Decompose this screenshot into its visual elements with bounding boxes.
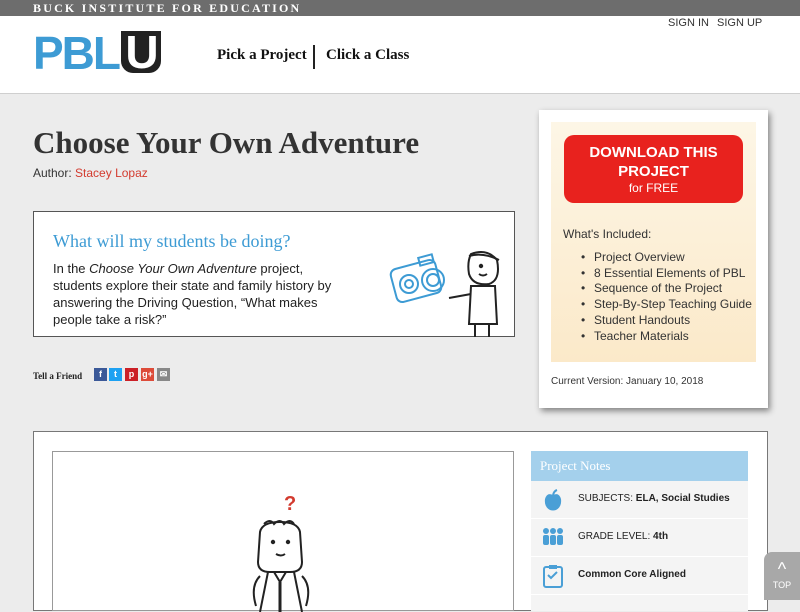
pinterest-icon[interactable]: p — [125, 368, 138, 381]
download-line-2: PROJECT — [618, 163, 689, 180]
subjects-text: SUBJECTS: ELA, Social Studies — [578, 493, 730, 504]
people-icon — [543, 528, 563, 545]
nav-click-a-class[interactable]: Click a Class — [326, 47, 409, 64]
sign-in-link[interactable]: SIGN IN — [668, 17, 709, 29]
grade-level-text: GRADE LEVEL: 4th — [578, 531, 669, 542]
caret-up-icon: ^ — [777, 559, 787, 579]
project-notes-header: Project Notes — [531, 451, 748, 481]
list-item: 8 Essential Elements of PBL — [581, 266, 752, 282]
photographer-illustration — [389, 251, 500, 337]
author-label: Author: — [33, 166, 72, 180]
site-header: PBL U Pick a Project Click a Class SIGN I… — [0, 16, 800, 94]
apple-icon — [544, 489, 562, 511]
back-to-top-button[interactable]: ^ TOP — [764, 552, 800, 600]
project-notes-panel: Project Notes SUBJECTS: ELA, Social Stud… — [531, 451, 748, 611]
intro-heading: What will my students be doing? — [53, 231, 291, 251]
download-project-button[interactable]: DOWNLOAD THIS PROJECT for FREE — [564, 135, 743, 203]
list-item: Teacher Materials — [581, 329, 752, 345]
grade-level-row: GRADE LEVEL: 4th — [531, 519, 748, 557]
logo-u-text: U — [121, 29, 161, 75]
project-image: ? — [52, 451, 514, 612]
facebook-icon[interactable]: f — [94, 368, 107, 381]
sign-up-link[interactable]: SIGN UP — [717, 17, 762, 29]
download-line-3: for FREE — [628, 181, 679, 195]
nav-divider — [313, 45, 315, 69]
download-line-1: DOWNLOAD THIS — [589, 144, 718, 161]
intro-box: What will my students be doing? In the C… — [33, 211, 515, 337]
current-version: Current Version: January 10, 2018 — [551, 376, 704, 387]
list-item: Step-By-Step Teaching Guide — [581, 297, 752, 313]
common-core-row: Common Core Aligned — [531, 557, 748, 595]
author-line: Author: Stacey Lopaz — [33, 166, 148, 180]
intro-text: In the Choose Your Own Adventure project… — [53, 261, 332, 327]
top-strip: BUCK INSTITUTE FOR EDUCATION — [0, 0, 800, 16]
list-item: Student Handouts — [581, 313, 752, 329]
svg-text:?: ? — [284, 493, 296, 515]
subjects-row: SUBJECTS: ELA, Social Studies — [531, 481, 748, 519]
google-plus-icon[interactable]: g+ — [141, 368, 154, 381]
list-item: Project Overview — [581, 250, 752, 266]
checklist-icon — [543, 565, 563, 588]
thinking-person-illustration: ? — [252, 493, 310, 612]
page-title: Choose Your Own Adventure — [33, 125, 420, 160]
logo-pbl-text: PBL — [33, 27, 121, 79]
email-icon[interactable]: ✉ — [157, 368, 170, 381]
pblu-logo[interactable]: PBL U — [33, 29, 161, 76]
common-core-text: Common Core Aligned — [578, 569, 686, 580]
list-item: Sequence of the Project — [581, 281, 752, 297]
included-list: Project Overview 8 Essential Elements of… — [581, 250, 752, 344]
author-link[interactable]: Stacey Lopaz — [75, 166, 148, 180]
tell-a-friend-label: Tell a Friend — [33, 371, 83, 381]
org-name: BUCK INSTITUTE FOR EDUCATION — [33, 1, 302, 15]
whats-included-label: What's Included: — [563, 227, 652, 241]
twitter-icon[interactable]: t — [109, 368, 122, 381]
back-to-top-label: TOP — [772, 580, 792, 590]
nav-pick-a-project[interactable]: Pick a Project — [217, 47, 307, 64]
